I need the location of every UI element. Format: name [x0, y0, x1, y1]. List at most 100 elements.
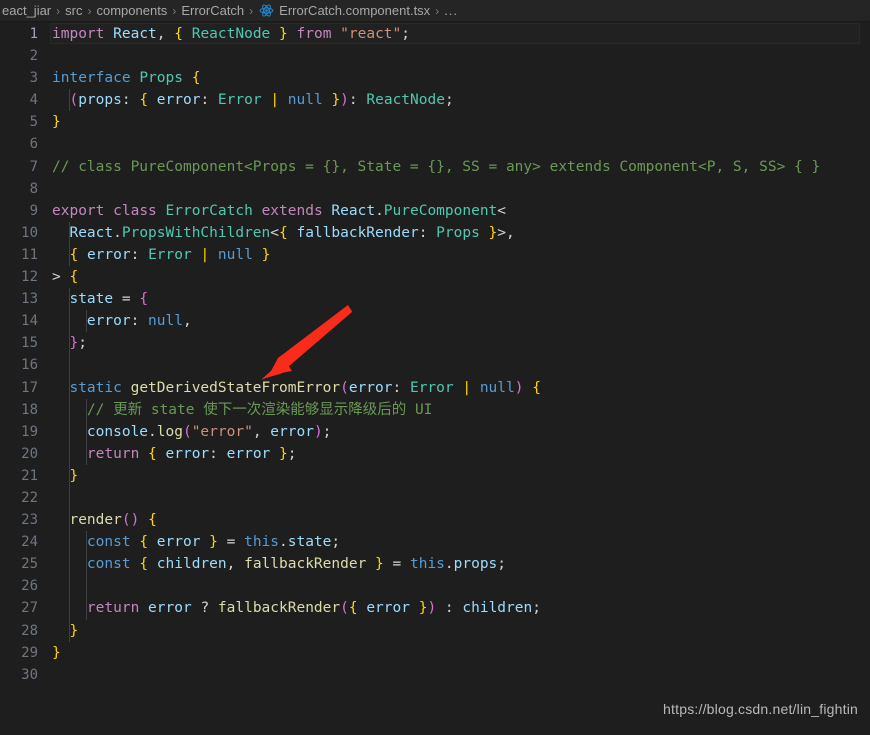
- line-number: 5: [29, 114, 38, 131]
- indent-guide: [69, 486, 70, 510]
- line-number: 22: [21, 489, 38, 506]
- code-line[interactable]: 28 }: [0, 619, 870, 642]
- line-number: 25: [21, 556, 38, 573]
- line-content: console.log("error", error);: [86, 423, 332, 440]
- breadcrumb-item-components[interactable]: components: [96, 3, 167, 18]
- line-number: 17: [21, 379, 38, 396]
- breadcrumb[interactable]: eact_jiar › src › components › ErrorCatc…: [0, 0, 870, 22]
- code-line[interactable]: 27 return error ? fallbackRender({ error…: [0, 597, 870, 620]
- code-line[interactable]: 6: [0, 133, 870, 155]
- code-line[interactable]: 29 }: [0, 642, 870, 664]
- line-number: 2: [29, 48, 38, 65]
- code-line[interactable]: 10 React.PropsWithChildren<{ fallbackRen…: [0, 221, 870, 244]
- code-line[interactable]: 21 }: [0, 464, 870, 487]
- code-line[interactable]: 13 state = {: [0, 288, 870, 311]
- line-content: (props: { error: Error | null }): ReactN…: [69, 92, 454, 109]
- code-line[interactable]: 4 (props: { error: Error | null }): Reac…: [0, 89, 870, 112]
- line-number: 30: [21, 666, 38, 683]
- line-content: }: [52, 644, 61, 661]
- code-line[interactable]: 26: [0, 575, 870, 598]
- react-file-icon: [259, 3, 274, 18]
- code-line[interactable]: 23 render() {: [0, 509, 870, 532]
- code-line[interactable]: 12 > {: [0, 266, 870, 288]
- code-line[interactable]: 17 static getDerivedStateFromError(error…: [0, 376, 870, 399]
- code-line[interactable]: 22: [0, 486, 870, 510]
- code-line[interactable]: 14 error: null,: [0, 310, 870, 333]
- line-number: 29: [21, 644, 38, 661]
- line-content: > {: [52, 269, 79, 286]
- code-line[interactable]: 8: [0, 178, 870, 200]
- line-content: state = {: [69, 291, 149, 308]
- code-line[interactable]: 7 // class PureComponent<Props = {}, Sta…: [0, 156, 870, 178]
- code-line[interactable]: 2: [0, 45, 870, 67]
- breadcrumb-separator-icon: ›: [172, 3, 177, 18]
- code-line[interactable]: 24 const { error } = this.state;: [0, 531, 870, 554]
- code-line[interactable]: 9 export class ErrorCatch extends React.…: [0, 200, 870, 222]
- line-content: }: [69, 622, 79, 639]
- line-number: 10: [21, 224, 38, 241]
- line-content: static getDerivedStateFromError(error: E…: [69, 379, 541, 396]
- line-number: 12: [21, 269, 38, 286]
- line-number: 13: [21, 291, 38, 308]
- code-line[interactable]: 19 console.log("error", error);: [0, 420, 870, 443]
- line-number: 23: [21, 512, 38, 529]
- breadcrumb-separator-icon: ›: [56, 3, 61, 18]
- line-content: const { error } = this.state;: [86, 534, 341, 551]
- line-content: import React, { ReactNode } from "react"…: [52, 26, 410, 42]
- line-number: 14: [21, 313, 38, 330]
- code-line[interactable]: 11 { error: Error | null }: [0, 243, 870, 267]
- line-number: 16: [21, 357, 38, 374]
- line-number: 19: [21, 423, 38, 440]
- breadcrumb-separator-icon: ›: [435, 3, 440, 18]
- breadcrumb-item-filename[interactable]: ErrorCatch.component.tsx: [279, 3, 430, 18]
- line-number: 11: [21, 246, 38, 263]
- code-line[interactable]: 3 interface Props {: [0, 67, 870, 89]
- line-number: 27: [21, 600, 38, 617]
- code-line[interactable]: 18 // 更新 state 使下一次渲染能够显示降级后的 UI: [0, 398, 870, 421]
- line-content: // class PureComponent<Props = {}, State…: [52, 158, 821, 175]
- line-content: return error ? fallbackRender({ error })…: [86, 600, 541, 617]
- breadcrumb-separator-icon: ›: [87, 3, 92, 18]
- line-number: 26: [21, 578, 38, 595]
- breadcrumb-item-src[interactable]: src: [65, 3, 82, 18]
- line-content: render() {: [69, 512, 157, 529]
- code-line[interactable]: 16: [0, 354, 870, 377]
- indent-guide: [69, 354, 70, 377]
- line-content: export class ErrorCatch extends React.Pu…: [52, 202, 507, 219]
- breadcrumb-item-project[interactable]: eact_jiar: [2, 3, 51, 18]
- line-number: 24: [21, 534, 38, 551]
- line-number: 1: [29, 26, 38, 42]
- watermark-url: https://blog.csdn.net/lin_fightin: [663, 701, 858, 717]
- code-line[interactable]: 5 }: [0, 111, 870, 133]
- indent-guide: [86, 575, 87, 598]
- line-number: 7: [29, 158, 38, 175]
- line-number: 9: [29, 202, 38, 219]
- line-number: 15: [21, 335, 38, 352]
- line-content: error: null,: [86, 313, 192, 330]
- code-line[interactable]: 1 import React, { ReactNode } from "reac…: [0, 23, 870, 45]
- indent-guide: [69, 575, 70, 598]
- vscode-editor-screenshot: eact_jiar › src › components › ErrorCatc…: [0, 0, 870, 735]
- line-content: React.PropsWithChildren<{ fallbackRender…: [69, 224, 515, 241]
- code-line[interactable]: 25 const { children, fallbackRender } = …: [0, 553, 870, 576]
- line-content: }: [69, 467, 79, 484]
- line-content: // 更新 state 使下一次渲染能够显示降级后的 UI: [52, 401, 433, 418]
- line-number: 21: [21, 467, 38, 484]
- line-number: 28: [21, 622, 38, 639]
- line-content: return { error: error };: [86, 445, 297, 462]
- line-number: 4: [29, 92, 38, 109]
- line-content: }: [52, 114, 61, 131]
- breadcrumb-overflow[interactable]: ...: [444, 3, 458, 18]
- line-content: const { children, fallbackRender } = thi…: [86, 556, 507, 573]
- line-content: { error: Error | null }: [69, 246, 271, 263]
- line-content: };: [69, 335, 87, 352]
- code-line[interactable]: 20 return { error: error };: [0, 442, 870, 465]
- code-editor[interactable]: 1 import React, { ReactNode } from "reac…: [0, 23, 870, 735]
- line-number: 8: [29, 180, 38, 197]
- line-number: 6: [29, 136, 38, 153]
- line-number: 3: [29, 70, 38, 87]
- code-line[interactable]: 30: [0, 664, 870, 686]
- breadcrumb-item-errorcatch[interactable]: ErrorCatch: [181, 3, 244, 18]
- code-line[interactable]: 15 };: [0, 332, 870, 355]
- breadcrumb-separator-icon: ›: [249, 3, 254, 18]
